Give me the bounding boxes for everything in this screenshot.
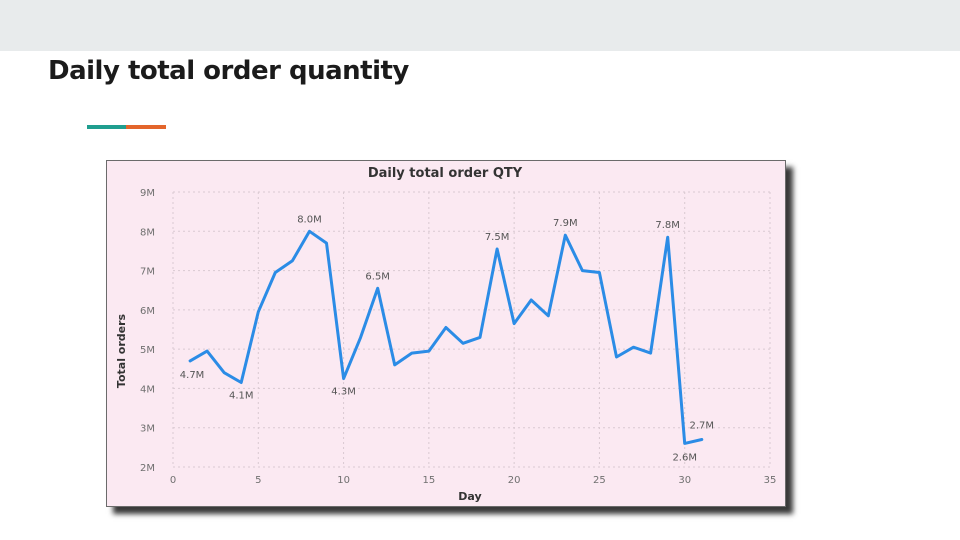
x-axis-ticks: 0 5 10 15 20 25 30 35 [170, 475, 777, 486]
y-axis-label: Total orders [115, 313, 128, 388]
y-tick-label: 6M [140, 306, 155, 317]
data-label: 7.5M [485, 232, 510, 243]
y-tick-label: 8M [140, 227, 155, 238]
accent-bar-orange [126, 125, 166, 129]
x-tick-label: 25 [593, 475, 606, 486]
data-label: 6.5M [365, 271, 390, 282]
y-tick-label: 2M [140, 463, 155, 474]
x-tick-label: 15 [422, 475, 435, 486]
data-label: 7.9M [553, 218, 578, 229]
x-tick-label: 10 [337, 475, 350, 486]
y-tick-label: 9M [140, 188, 155, 199]
data-label: 8.0M [297, 214, 322, 225]
line-chart: Daily total order QTY 2M 3M 4M 5M 6M 7M 8M 9M 0… [115, 166, 777, 503]
x-tick-label: 20 [508, 475, 521, 486]
data-label: 4.3M [331, 387, 356, 398]
x-tick-label: 30 [678, 475, 691, 486]
page-title: Daily total order quantity [48, 56, 409, 86]
y-tick-label: 3M [140, 424, 155, 435]
data-labels: 4.7M 4.1M 8.0M 4.3M 6.5M 7.5M 7.9M 7.8M 2.6M 2.7M [180, 214, 714, 463]
gridlines [172, 191, 771, 468]
x-tick-label: 35 [764, 475, 777, 486]
data-label: 4.1M [229, 391, 254, 402]
data-label: 2.6M [672, 452, 697, 463]
x-axis-label: Day [458, 490, 481, 503]
y-tick-label: 5M [140, 345, 155, 356]
accent-bar-teal [87, 125, 126, 129]
series-line [188, 229, 704, 445]
y-tick-label: 7M [140, 267, 155, 278]
data-label: 7.8M [655, 220, 680, 231]
chart-title: Daily total order QTY [368, 166, 523, 181]
x-tick-label: 5 [255, 475, 261, 486]
top-banner [0, 0, 960, 51]
x-tick-label: 0 [170, 475, 176, 486]
y-tick-label: 4M [140, 384, 155, 395]
data-label: 4.7M [180, 370, 205, 381]
chart-card: Daily total order QTY 2M 3M 4M 5M 6M 7M 8M 9M 0… [106, 160, 786, 507]
y-axis-ticks: 2M 3M 4M 5M 6M 7M 8M 9M [140, 188, 155, 474]
data-label: 2.7M [690, 421, 715, 432]
